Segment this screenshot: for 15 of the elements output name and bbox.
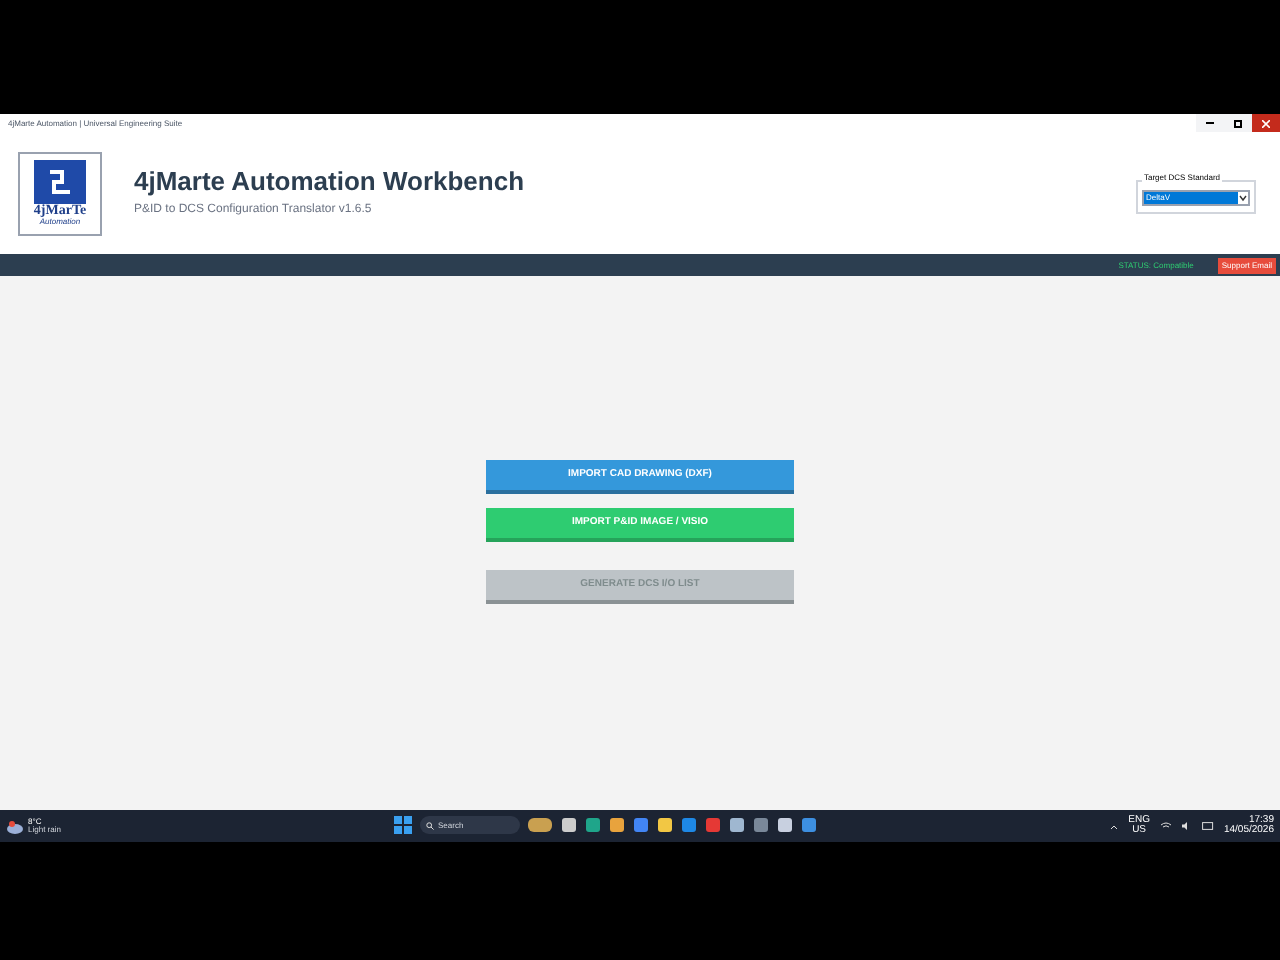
search-icon xyxy=(426,821,434,829)
minimize-button[interactable] xyxy=(1196,114,1224,132)
caret-icon xyxy=(1238,194,1248,202)
restore-icon xyxy=(1234,119,1242,127)
close-icon xyxy=(1262,119,1270,127)
network-icon[interactable] xyxy=(1159,822,1172,830)
app-title: 4jMarte Automation Workbench xyxy=(134,165,525,199)
battery-icon[interactable] xyxy=(1201,822,1214,830)
close-button[interactable] xyxy=(1252,114,1280,132)
minimize-icon xyxy=(1206,122,1214,124)
weather-icon xyxy=(6,819,24,833)
volume-icon[interactable] xyxy=(1181,822,1192,830)
app-icon[interactable] xyxy=(528,818,552,832)
start-icon[interactable] xyxy=(394,816,412,834)
restore-button[interactable] xyxy=(1224,114,1252,132)
